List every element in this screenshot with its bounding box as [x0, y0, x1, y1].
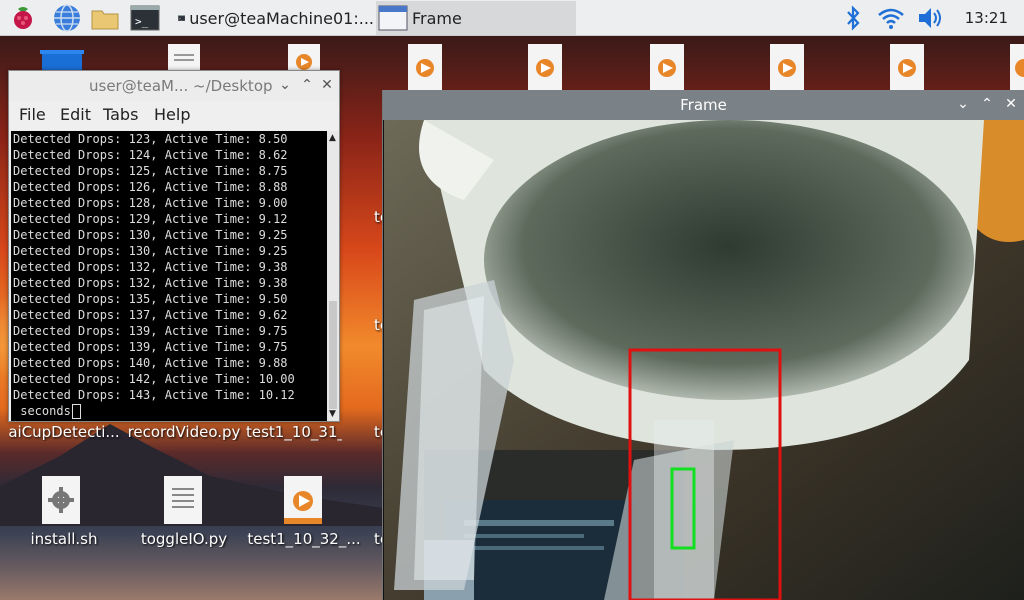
terminal-line: Detected Drops: 137, Active Time: 9.62: [13, 308, 288, 322]
video-file-icon[interactable]: [770, 44, 804, 90]
terminal-line: Detected Drops: 139, Active Time: 9.75: [13, 324, 288, 338]
terminal-lines: Detected Drops: 123, Active Time: 8.50 De…: [13, 131, 295, 419]
terminal-menubar: File Edit Tabs Help: [9, 101, 339, 129]
desktop-icon-label[interactable]: toggleIO.py: [124, 530, 244, 548]
trash-icon[interactable]: [38, 50, 86, 72]
terminal-line: Detected Drops: 126, Active Time: 8.88: [13, 180, 288, 194]
taskbar-item-label: Frame: [412, 8, 462, 28]
video-file-icon[interactable]: [408, 44, 442, 90]
terminal-line: Detected Drops: 135, Active Time: 9.50: [13, 292, 288, 306]
terminal-line: Detected Drops: 142, Active Time: 10.00: [13, 372, 295, 386]
maximize-icon[interactable]: ⌃: [299, 76, 315, 94]
terminal-line: Detected Drops: 129, Active Time: 9.12: [13, 212, 288, 226]
terminal-line: Detected Drops: 132, Active Time: 9.38: [13, 276, 288, 290]
video-file-icon[interactable]: [890, 44, 924, 90]
scroll-down-icon[interactable]: ▼: [329, 409, 336, 419]
menu-help[interactable]: Help: [154, 105, 190, 124]
terminal-line: Detected Drops: 143, Active Time: 10.12: [13, 388, 295, 402]
web-browser-icon[interactable]: [52, 3, 82, 33]
menu-edit[interactable]: Edit: [60, 105, 91, 124]
video-file-icon[interactable]: [284, 476, 322, 524]
camera-view: [384, 120, 1024, 600]
minimize-icon[interactable]: ⌄: [277, 76, 293, 94]
volume-icon[interactable]: [916, 3, 946, 33]
frame-window: Frame ⌄ ⌃ ✕: [382, 90, 1024, 600]
desktop-icon-label[interactable]: install.sh: [4, 530, 124, 548]
terminal-output[interactable]: Detected Drops: 123, Active Time: 8.50 De…: [11, 131, 327, 421]
clock[interactable]: 13:21: [965, 9, 1008, 27]
menu-tabs[interactable]: Tabs: [103, 105, 138, 124]
svg-text:>_: >_: [179, 18, 183, 21]
terminal-line: Detected Drops: 130, Active Time: 9.25: [13, 228, 288, 242]
close-icon[interactable]: ✕: [319, 76, 335, 94]
desktop-icon-label[interactable]: test1_10_31_...: [246, 423, 342, 441]
terminal-scrollbar[interactable]: ▲ ▼: [327, 131, 339, 421]
desktop-icon-label[interactable]: recordVideo.py: [124, 423, 244, 441]
terminal-icon: >_: [178, 15, 186, 21]
terminal-cursor: [71, 404, 81, 419]
video-file-icon[interactable]: [528, 44, 562, 90]
scrollbar-thumb[interactable]: [329, 301, 337, 409]
desktop-icon-label[interactable]: test1_10_32_...: [246, 530, 362, 548]
terminal-title: user@teaM... ~/Desktop: [89, 77, 273, 95]
desktop-icon-label[interactable]: aiCupDetecti...: [4, 423, 124, 441]
terminal-line: Detected Drops: 125, Active Time: 8.75: [13, 164, 288, 178]
minimize-icon[interactable]: ⌄: [955, 95, 971, 113]
file-manager-icon[interactable]: [90, 3, 120, 33]
taskbar: >_ >_ user@teaMachine01:... Frame 13:21: [0, 0, 1024, 36]
gear-icon[interactable]: [42, 476, 80, 524]
terminal-line: Detected Drops: 123, Active Time: 8.50: [13, 132, 288, 146]
terminal-line: Detected Drops: 124, Active Time: 8.62: [13, 148, 288, 162]
terminal-line: seconds: [13, 403, 295, 419]
terminal-line: Detected Drops: 130, Active Time: 9.25: [13, 244, 288, 258]
taskbar-item-terminal[interactable]: >_ user@teaMachine01:...: [176, 1, 374, 35]
text-file-icon[interactable]: [164, 476, 202, 524]
menu-file[interactable]: File: [19, 105, 46, 124]
video-file-icon[interactable]: [1010, 44, 1024, 90]
taskbar-item-frame[interactable]: Frame: [376, 1, 576, 35]
scroll-up-icon[interactable]: ▲: [329, 133, 336, 143]
text-file-icon[interactable]: [168, 44, 200, 72]
window-icon: [378, 5, 408, 31]
taskbar-item-label: user@teaMachine01:...: [189, 8, 374, 28]
terminal-line: Detected Drops: 132, Active Time: 9.38: [13, 260, 288, 274]
close-icon[interactable]: ✕: [1003, 95, 1019, 113]
terminal-window: user@teaM... ~/Desktop ⌄ ⌃ ✕ File Edit T…: [8, 70, 340, 422]
terminal-titlebar[interactable]: user@teaM... ~/Desktop ⌄ ⌃ ✕: [9, 71, 339, 101]
svg-text:>_: >_: [135, 15, 149, 28]
frame-title: Frame: [680, 96, 727, 114]
bluetooth-icon[interactable]: [838, 3, 868, 33]
maximize-icon[interactable]: ⌃: [979, 95, 995, 113]
terminal-line: Detected Drops: 139, Active Time: 9.75: [13, 340, 288, 354]
frame-titlebar[interactable]: Frame ⌄ ⌃ ✕: [383, 90, 1024, 120]
raspberry-menu-icon[interactable]: [8, 3, 38, 33]
video-file-icon[interactable]: [650, 44, 684, 90]
terminal-line: Detected Drops: 128, Active Time: 9.00: [13, 196, 288, 210]
video-file-icon[interactable]: [288, 44, 320, 72]
terminal-line: Detected Drops: 140, Active Time: 9.88: [13, 356, 288, 370]
terminal-icon[interactable]: >_: [130, 3, 160, 33]
wifi-icon[interactable]: [876, 3, 906, 33]
